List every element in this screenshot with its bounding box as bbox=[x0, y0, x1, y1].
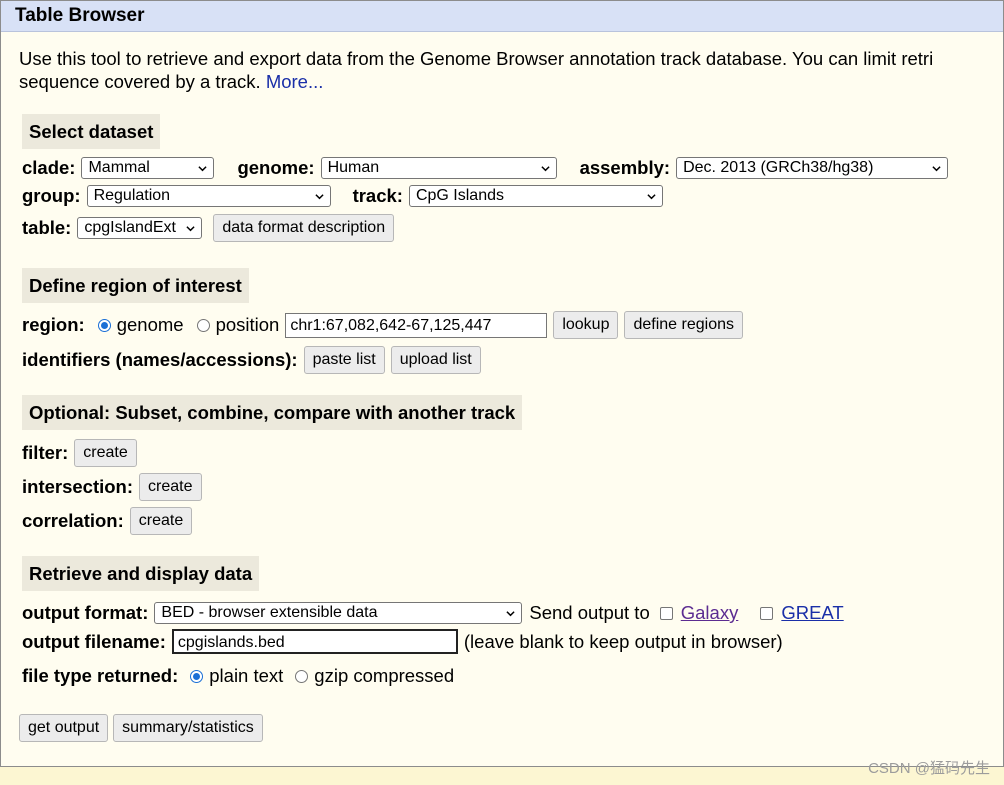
table-row: table: cpgIslandExt data format descript… bbox=[22, 214, 395, 242]
action-buttons-row: get output summary/statistics bbox=[19, 714, 263, 742]
region-genome-radio[interactable] bbox=[97, 318, 111, 332]
output-format-select-value: BED - browser extensible data bbox=[161, 604, 378, 621]
identifiers-label: identifiers (names/accessions): bbox=[22, 349, 298, 370]
intersection-label: intersection: bbox=[22, 476, 134, 497]
output-filename-input[interactable]: cpgislands.bed bbox=[171, 629, 458, 654]
output-filename-row: output filename: cpgislands.bed (leave b… bbox=[22, 629, 783, 654]
output-format-row: output format: BED - browser extensible … bbox=[22, 602, 844, 624]
upload-list-button[interactable]: upload list bbox=[390, 346, 481, 374]
table-label: table: bbox=[22, 217, 72, 238]
output-filename-label: output filename: bbox=[22, 630, 166, 652]
get-output-button[interactable]: get output bbox=[19, 714, 109, 742]
region-position-radio[interactable] bbox=[196, 318, 210, 332]
retrieve-heading: Retrieve and display data bbox=[22, 556, 260, 591]
position-input[interactable]: chr1:67,082,642-67,125,447 bbox=[285, 312, 548, 338]
send-output-text: Send output to bbox=[529, 602, 650, 623]
chevron-down-icon bbox=[647, 193, 656, 199]
intro-line-1: Use this tool to retrieve and export dat… bbox=[19, 48, 934, 69]
paste-list-button[interactable]: paste list bbox=[303, 346, 385, 374]
intersection-row: intersection: create bbox=[22, 473, 202, 501]
great-link[interactable]: GREAT bbox=[781, 602, 843, 624]
clade-select-value: Mammal bbox=[88, 159, 150, 176]
group-select-value: Regulation bbox=[93, 187, 171, 204]
file-type-label: file type returned: bbox=[22, 665, 179, 686]
plain-text-label: plain text bbox=[209, 665, 284, 686]
assembly-select[interactable]: Dec. 2013 (GRCh38/hg38) bbox=[676, 157, 949, 179]
galaxy-checkbox[interactable] bbox=[659, 606, 673, 620]
filter-create-button[interactable]: create bbox=[74, 439, 137, 467]
identifiers-row: identifiers (names/accessions): paste li… bbox=[22, 346, 481, 374]
lookup-button[interactable]: lookup bbox=[553, 311, 619, 339]
clade-genome-assembly-row: clade: Mammal genome: Human assembly: De… bbox=[22, 157, 949, 179]
genome-select[interactable]: Human bbox=[320, 157, 557, 179]
group-select[interactable]: Regulation bbox=[86, 185, 331, 207]
clade-select[interactable]: Mammal bbox=[81, 157, 215, 179]
output-format-select[interactable]: BED - browser extensible data bbox=[154, 602, 523, 624]
select-dataset-heading: Select dataset bbox=[22, 114, 161, 149]
intro-line-2-text: sequence covered by a track. bbox=[19, 71, 266, 92]
summary-statistics-button[interactable]: summary/statistics bbox=[113, 714, 263, 742]
chevron-down-icon bbox=[506, 610, 515, 616]
data-format-description-button[interactable]: data format description bbox=[213, 214, 395, 242]
chevron-down-icon bbox=[540, 165, 550, 171]
group-label: group: bbox=[22, 185, 81, 206]
chevron-down-icon bbox=[314, 193, 324, 199]
genome-label: genome: bbox=[237, 157, 315, 178]
intersection-create-button[interactable]: create bbox=[139, 473, 202, 501]
gzip-label: gzip compressed bbox=[314, 665, 455, 686]
assembly-select-value: Dec. 2013 (GRCh38/hg38) bbox=[683, 159, 874, 176]
footer-strip bbox=[0, 767, 1004, 785]
track-label: track: bbox=[352, 185, 403, 206]
chevron-down-icon bbox=[198, 165, 208, 171]
filter-label: filter: bbox=[22, 442, 69, 463]
table-select[interactable]: cpgIslandExt bbox=[77, 217, 203, 239]
correlation-label: correlation: bbox=[22, 510, 124, 531]
chevron-down-icon bbox=[186, 225, 195, 231]
define-regions-button[interactable]: define regions bbox=[624, 311, 743, 339]
table-select-value: cpgIslandExt bbox=[84, 219, 176, 236]
track-select[interactable]: CpG Islands bbox=[408, 185, 663, 207]
correlation-row: correlation: create bbox=[22, 507, 193, 535]
watermark: CSDN @猛码先生 bbox=[868, 760, 990, 777]
define-region-heading: Define region of interest bbox=[22, 268, 249, 303]
output-format-label: output format: bbox=[22, 602, 149, 623]
filter-row: filter: create bbox=[22, 439, 137, 467]
correlation-create-button[interactable]: create bbox=[129, 507, 193, 535]
region-genome-label: genome bbox=[116, 314, 184, 335]
group-track-row: group: Regulation track: CpG Islands bbox=[22, 185, 663, 207]
great-checkbox[interactable] bbox=[760, 606, 774, 620]
chevron-down-icon bbox=[932, 165, 941, 171]
more-link[interactable]: More... bbox=[266, 71, 324, 92]
file-type-row: file type returned: plain text gzip comp… bbox=[22, 665, 454, 687]
gzip-radio[interactable] bbox=[295, 669, 309, 683]
region-row: region: genome position chr1:67,082,642-… bbox=[22, 311, 743, 339]
intro-line-2: sequence covered by a track. More... bbox=[19, 70, 933, 93]
region-label: region: bbox=[22, 314, 85, 335]
clade-label: clade: bbox=[22, 157, 76, 178]
track-select-value: CpG Islands bbox=[415, 187, 504, 204]
page-title: Table Browser bbox=[1, 1, 1003, 32]
plain-text-radio[interactable] bbox=[190, 669, 204, 683]
genome-select-value: Human bbox=[327, 159, 380, 176]
filename-hint: (leave blank to keep output in browser) bbox=[463, 630, 783, 652]
intro-text: Use this tool to retrieve and export dat… bbox=[19, 47, 933, 93]
region-position-label: position bbox=[215, 314, 280, 335]
assembly-label: assembly: bbox=[579, 157, 671, 178]
optional-heading: Optional: Subset, combine, compare with … bbox=[22, 395, 523, 430]
galaxy-link[interactable]: Galaxy bbox=[681, 602, 739, 624]
table-browser-panel: Table Browser Use this tool to retrieve … bbox=[0, 0, 1004, 767]
